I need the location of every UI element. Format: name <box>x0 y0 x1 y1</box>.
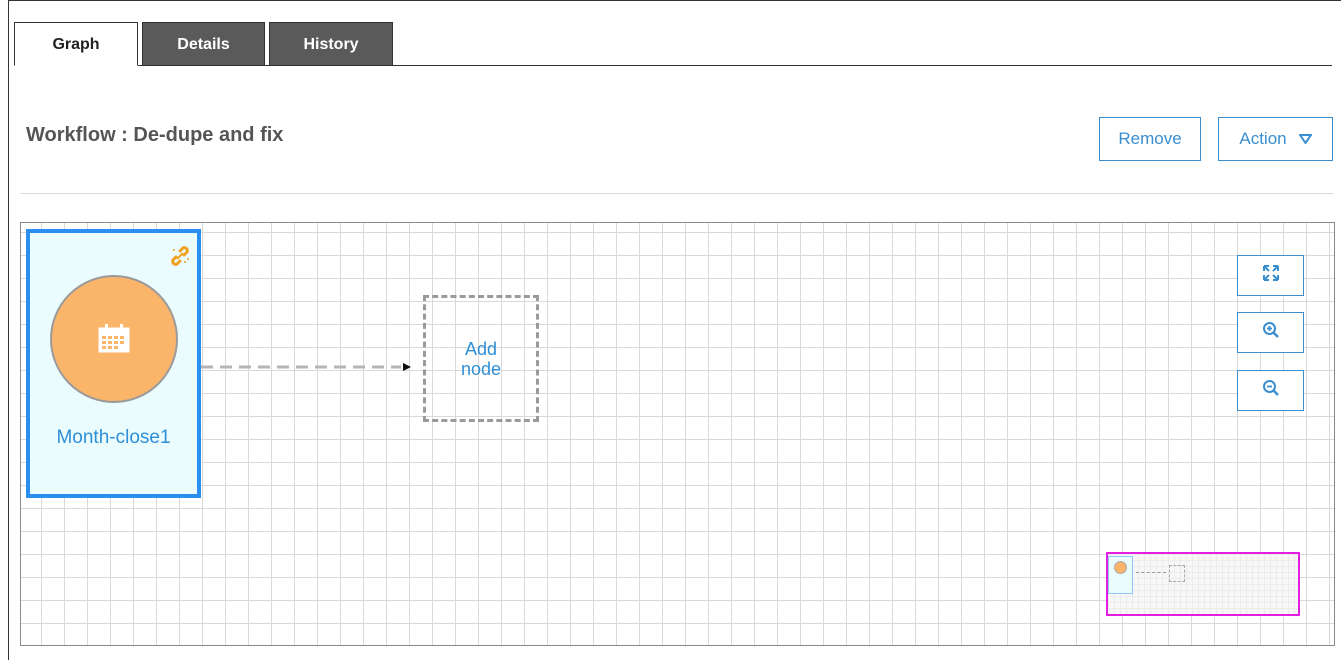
fit-screen-button[interactable] <box>1237 255 1304 296</box>
action-dropdown-button[interactable]: Action <box>1218 117 1333 161</box>
minimap-edge <box>1136 572 1166 574</box>
minimap-node-circle <box>1114 561 1127 574</box>
link-icon <box>169 245 189 266</box>
header-divider <box>20 193 1333 194</box>
triangle-down-icon <box>1297 131 1313 147</box>
zoom-out-button[interactable] <box>1237 370 1304 411</box>
edge-connector <box>201 363 411 371</box>
tab-details[interactable]: Details <box>142 22 265 66</box>
zoom-out-icon <box>1262 379 1280 402</box>
workflow-node[interactable]: Month-close1 <box>26 229 201 498</box>
remove-button-label: Remove <box>1118 129 1182 148</box>
add-node-button[interactable]: Add node <box>423 295 539 422</box>
zoom-in-icon <box>1262 321 1280 344</box>
action-button-label: Action <box>1239 129 1287 148</box>
calendar-icon <box>98 324 130 353</box>
add-node-label: Add node <box>460 338 502 379</box>
zoom-in-button[interactable] <box>1237 312 1304 353</box>
minimap-add-node <box>1169 565 1185 582</box>
tab-history[interactable]: History <box>269 22 393 66</box>
tab-graph[interactable]: Graph <box>14 22 138 66</box>
remove-button[interactable]: Remove <box>1099 117 1201 161</box>
node-circle <box>50 275 178 403</box>
node-label: Month-close1 <box>56 427 171 448</box>
minimap-node <box>1108 556 1133 594</box>
fit-screen-icon <box>1262 264 1280 287</box>
page-title: Workflow : De-dupe and fix <box>26 124 284 146</box>
tab-bar: Graph Details History <box>14 22 1332 67</box>
graph-canvas[interactable]: Month-close1 Add node <box>20 222 1335 646</box>
minimap[interactable] <box>1106 552 1300 616</box>
